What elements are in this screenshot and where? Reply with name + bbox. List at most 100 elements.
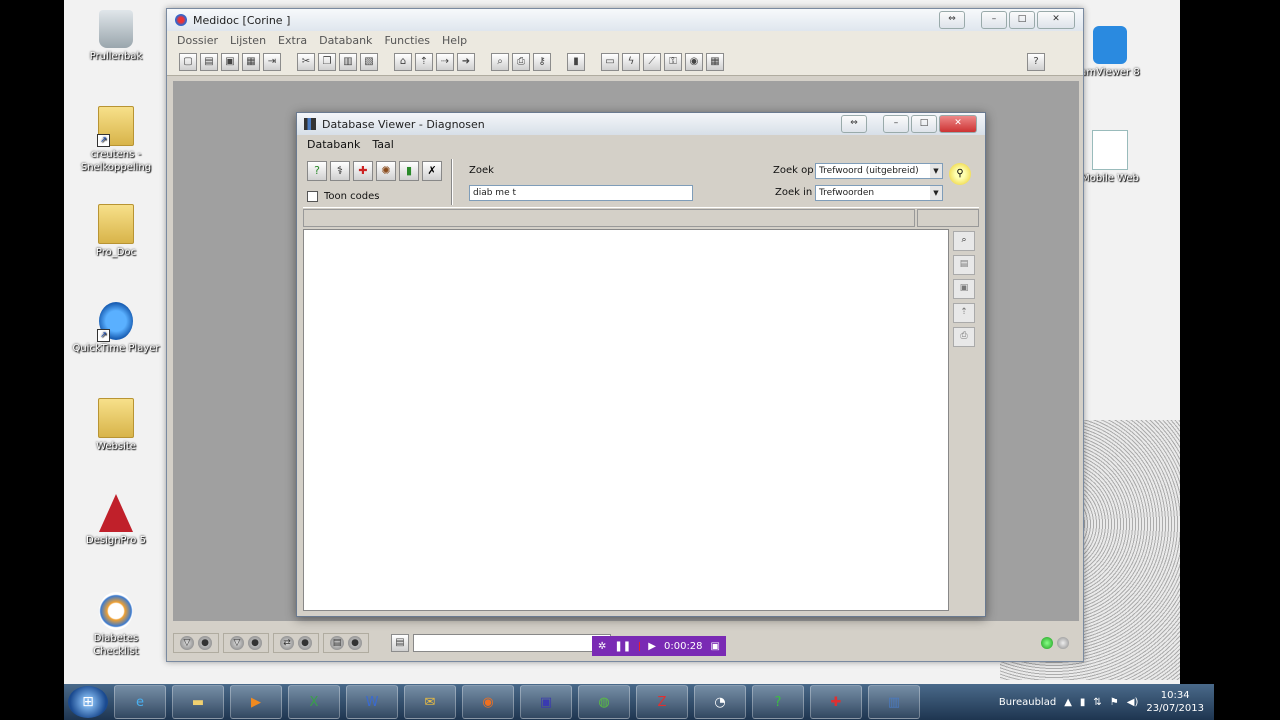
card-icon[interactable]: ▣ (953, 279, 975, 299)
results-list[interactable] (303, 229, 949, 611)
desktop-toolbar-label[interactable]: Bureaublad (999, 697, 1056, 708)
book-icon[interactable]: ▮ (567, 53, 585, 71)
menu-databank[interactable]: Databank (319, 34, 372, 47)
zoek-op-select[interactable]: Trefwoord (uitgebreid) ▼ (815, 163, 943, 179)
sort-up-icon[interactable]: ⇡ (953, 303, 975, 323)
medicine-bottle-icon[interactable]: ▮ (399, 161, 419, 181)
dialog-minimize-button[interactable]: – (883, 115, 909, 133)
menu-functies[interactable]: Functies (384, 34, 430, 47)
chevron-down-icon[interactable]: ▼ (930, 186, 942, 200)
save-icon[interactable]: ▣ (221, 53, 239, 71)
lightning-icon[interactable]: ϟ (622, 53, 640, 71)
menu-extra[interactable]: Extra (278, 34, 307, 47)
dialog-titlebar[interactable]: Database Viewer - Diagnosen ⇔ – □ ✕ (297, 113, 985, 135)
menu-dossier[interactable]: Dossier (177, 34, 218, 47)
minimize-button[interactable]: – (981, 11, 1007, 29)
checkbox-box[interactable] (307, 191, 318, 202)
paste-icon[interactable]: ▥ (339, 53, 357, 71)
clock[interactable]: 10:34 23/07/2013 (1146, 689, 1204, 715)
globe-icon[interactable]: ◍ (578, 685, 630, 719)
pause-button[interactable]: ❚❚ (614, 641, 631, 652)
play-icon[interactable]: ▶ (648, 641, 656, 652)
filter-icon[interactable]: ▽ (230, 636, 244, 650)
restore-arrows-button[interactable]: ⇔ (939, 11, 965, 29)
virus-icon[interactable]: ✺ (376, 161, 396, 181)
flag-icon[interactable]: ⚑ (1110, 697, 1119, 708)
desktop-icon-diabetes-checklist[interactable]: Diabetes Checklist (70, 592, 162, 658)
key-icon[interactable]: ⚷ (533, 53, 551, 71)
status-circle-icon[interactable]: ● (298, 636, 312, 650)
word-icon[interactable]: W (346, 685, 398, 719)
folder-link-icon[interactable]: ⇢ (436, 53, 454, 71)
lock-icon[interactable]: ⚿ (664, 53, 682, 71)
medical-cross-icon[interactable]: ✚ (353, 161, 373, 181)
database-search-icon[interactable]: ◉ (685, 53, 703, 71)
folder-up-icon[interactable]: ⇡ (415, 53, 433, 71)
calendar-icon[interactable]: ▦ (706, 53, 724, 71)
copy-icon[interactable]: ❐ (318, 53, 336, 71)
medical-kit-icon[interactable]: ✚ (810, 685, 862, 719)
desktop-icon-pro-doc[interactable]: Pro_Doc (70, 204, 162, 259)
close-button[interactable]: ✕ (1037, 11, 1075, 29)
menu-help[interactable]: Help (442, 34, 467, 47)
status-circle-icon[interactable]: ● (248, 636, 262, 650)
status-circle-icon[interactable]: ● (348, 636, 362, 650)
battery-icon[interactable]: ▮ (1080, 697, 1086, 708)
zoek-input[interactable]: diab me t (469, 185, 693, 201)
filezilla-icon[interactable]: Z (636, 685, 688, 719)
folder-arrow-icon[interactable]: ➜ (457, 53, 475, 71)
dialog-menu-databank[interactable]: Databank (307, 138, 360, 151)
desktop-icon-quicktime[interactable]: ↗ QuickTime Player (70, 302, 162, 355)
notes-icon[interactable]: ▤ (391, 634, 409, 652)
toon-codes-checkbox[interactable]: Toon codes (307, 191, 380, 202)
filter-icon[interactable]: ▽ (180, 636, 194, 650)
dialog-menu-taal[interactable]: Taal (372, 138, 393, 151)
speedometer-icon[interactable]: ◔ (694, 685, 746, 719)
search-go-button[interactable]: ⚲ (949, 163, 971, 185)
clipboard-icon[interactable]: ▧ (360, 53, 378, 71)
document-icon[interactable]: ▤ (330, 636, 344, 650)
floppy-save-icon[interactable]: ▣ (520, 685, 572, 719)
syringe-icon[interactable]: ⟋ (643, 53, 661, 71)
help-button[interactable]: ? (1027, 53, 1045, 71)
status-circle-icon[interactable]: ● (198, 636, 212, 650)
folder-tree-icon[interactable]: ⌂ (394, 53, 412, 71)
new-document-icon[interactable]: ▢ (179, 53, 197, 71)
cut-icon[interactable]: ✂ (297, 53, 315, 71)
dialog-close-button[interactable]: ✕ (939, 115, 977, 133)
tools-icon[interactable]: ✗ (422, 161, 442, 181)
media-player-icon[interactable]: ▶ (230, 685, 282, 719)
medidoc-titlebar[interactable]: Medidoc [Corine ] ⇔ – □ ✕ (167, 9, 1083, 31)
firefox-icon[interactable]: ◉ (462, 685, 514, 719)
chevron-down-icon[interactable]: ▼ (930, 164, 942, 178)
connection-icon[interactable]: ⇄ (280, 636, 294, 650)
help-question-icon[interactable]: ? (307, 161, 327, 181)
menu-lijsten[interactable]: Lijsten (230, 34, 266, 47)
stop-record-button[interactable] (639, 641, 641, 651)
tree-icon[interactable]: ⚕ (330, 161, 350, 181)
desktop-icon-website[interactable]: Website (70, 398, 162, 453)
open-folder-icon[interactable]: ▤ (200, 53, 218, 71)
recorder-menu-icon[interactable]: ▣ (711, 641, 720, 652)
export-icon[interactable]: ⇥ (263, 53, 281, 71)
print-icon[interactable]: ⎙ (953, 327, 975, 347)
tray-expand-icon[interactable]: ▲ (1064, 697, 1072, 708)
database-viewer-task-icon[interactable]: ▥ (868, 685, 920, 719)
internet-explorer-icon[interactable]: e (114, 685, 166, 719)
outlook-icon[interactable]: ✉ (404, 685, 456, 719)
file-explorer-icon[interactable]: ▬ (172, 685, 224, 719)
desktop-icon-prullenbak[interactable]: Prullenbak (70, 10, 162, 63)
dialog-maximize-button[interactable]: □ (911, 115, 937, 133)
desktop-icon-designpro[interactable]: DesignPro 5 (70, 494, 162, 547)
monitor-icon[interactable]: ▭ (601, 53, 619, 71)
search-icon[interactable]: ⌕ (491, 53, 509, 71)
scan-icon[interactable]: ⎙ (512, 53, 530, 71)
dialog-restore-arrows-button[interactable]: ⇔ (841, 115, 867, 133)
excel-icon[interactable]: X (288, 685, 340, 719)
desktop-icon-creutens[interactable]: ↗ creutens - Snelkoppeling (70, 106, 162, 174)
print-icon[interactable]: ▦ (242, 53, 260, 71)
binoculars-icon[interactable]: ⌕ (953, 231, 975, 251)
start-button[interactable]: ⊞ (68, 686, 108, 718)
network-icon[interactable]: ⇅ (1093, 697, 1101, 708)
zoek-in-select[interactable]: Trefwoorden ▼ (815, 185, 943, 201)
